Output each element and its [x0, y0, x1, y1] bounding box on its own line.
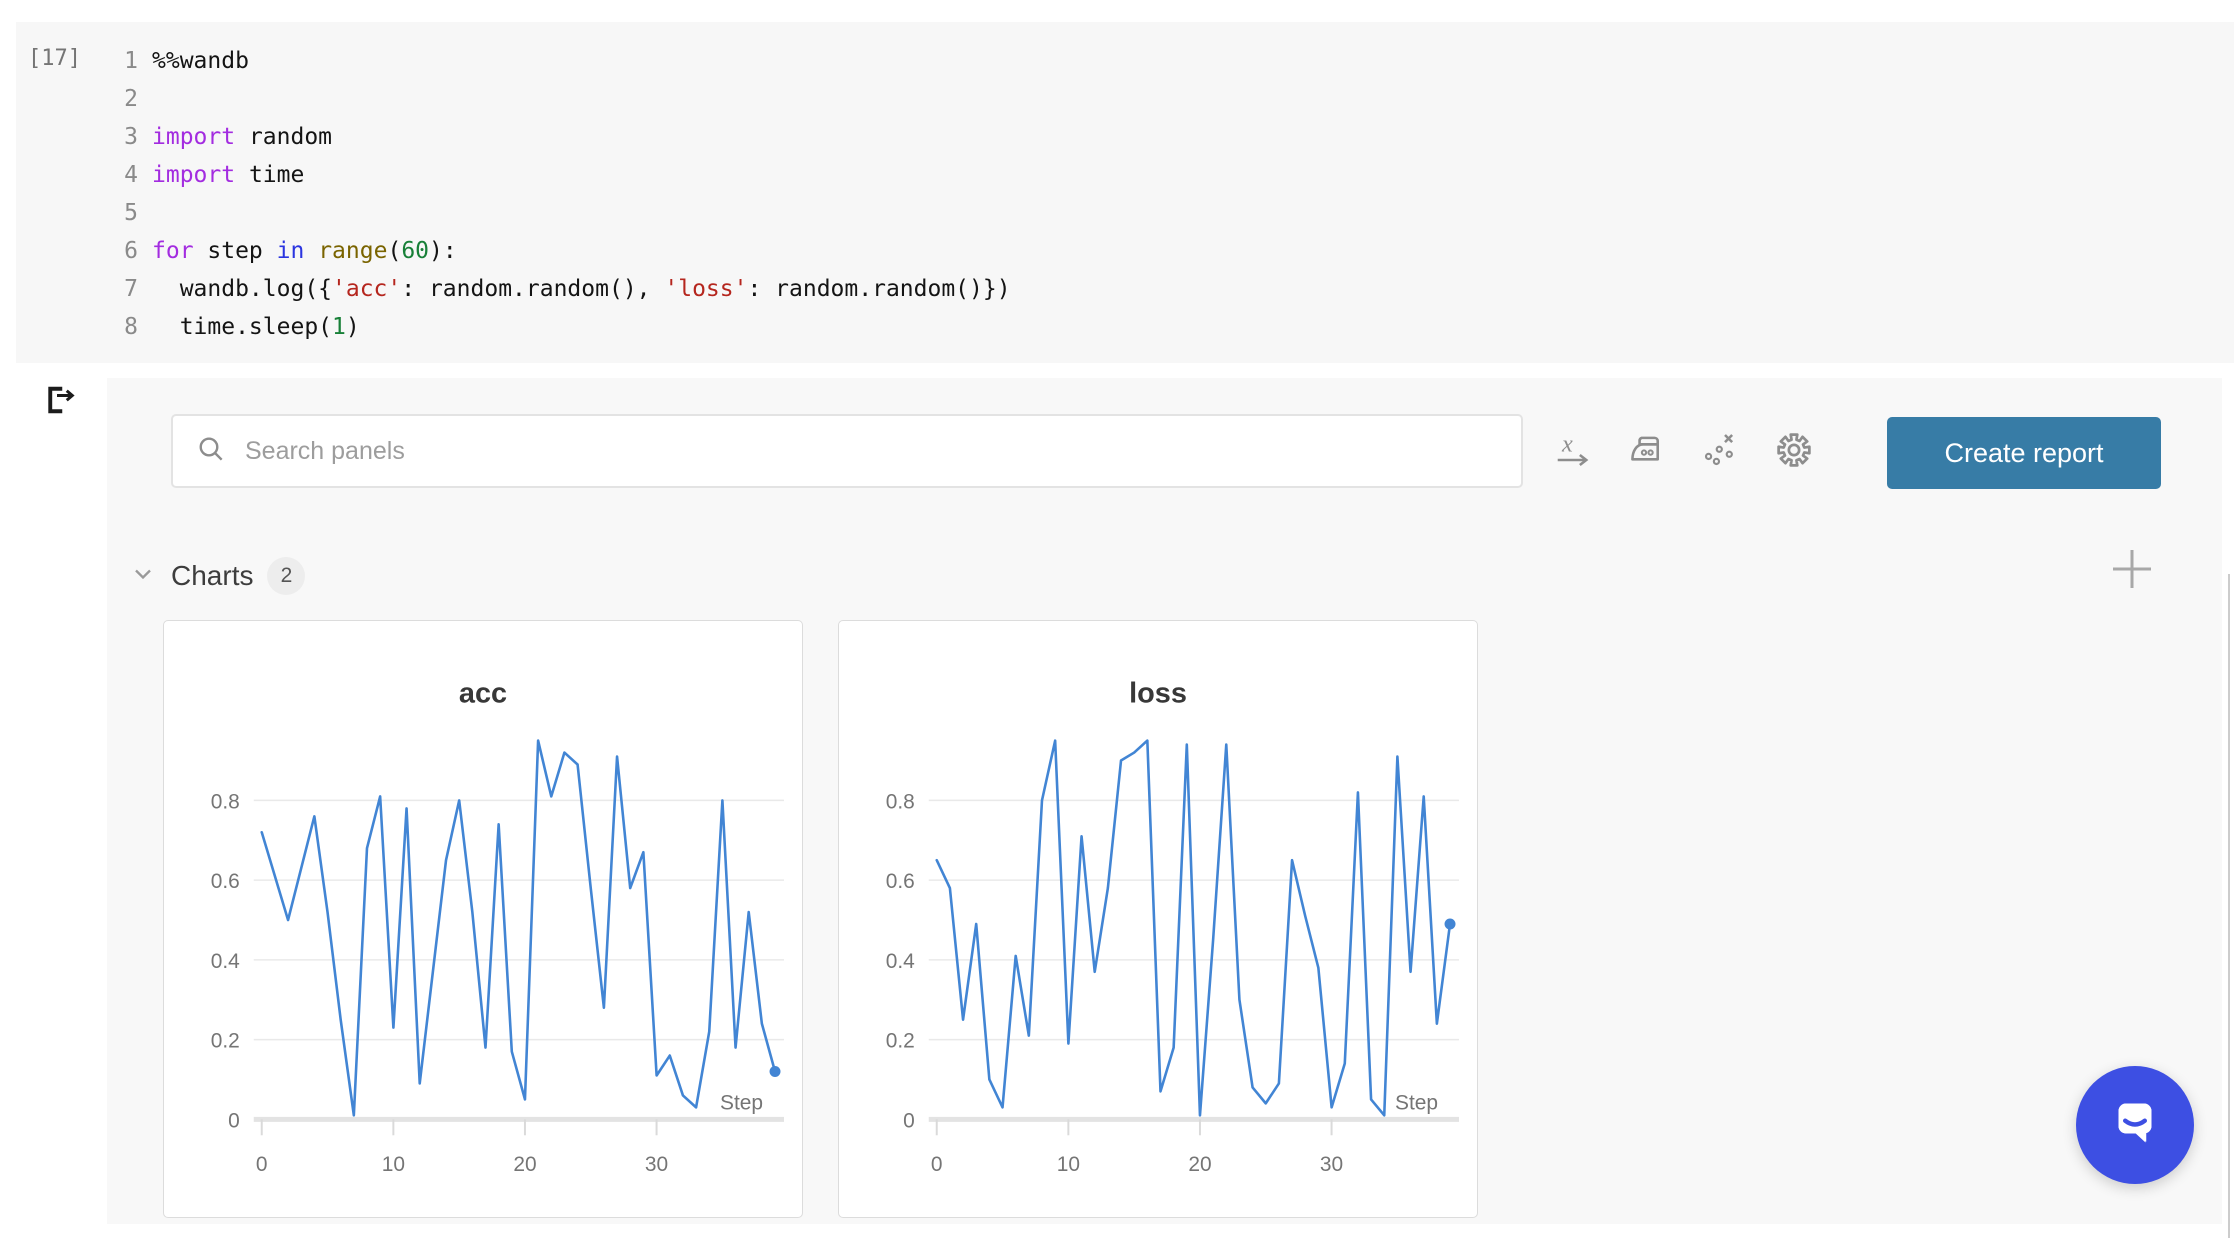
- chat-bubble-button[interactable]: [2076, 1066, 2194, 1184]
- charts-section-label: Charts: [171, 560, 253, 592]
- wandb-panel-area: x Create: [107, 378, 2222, 1224]
- code-line: 5: [92, 194, 1011, 232]
- chart-svg: 0 0.2 0.4 0.6 0.8 0 10 20 30 Step loss: [839, 621, 1477, 1217]
- search-icon: [195, 433, 227, 470]
- smoothing-iron-icon[interactable]: [1626, 430, 1666, 470]
- x-axis-icon[interactable]: x: [1552, 430, 1592, 470]
- svg-text:0.2: 0.2: [886, 1030, 915, 1053]
- svg-text:0: 0: [931, 1153, 943, 1176]
- charts-section-header[interactable]: Charts 2: [129, 554, 305, 598]
- svg-text:0.6: 0.6: [211, 870, 240, 893]
- search-panels-input[interactable]: [243, 436, 1521, 467]
- series-line: [937, 741, 1450, 1116]
- svg-text:0: 0: [256, 1153, 268, 1176]
- svg-text:20: 20: [513, 1153, 536, 1176]
- code-line: 4import time: [92, 156, 1011, 194]
- svg-text:10: 10: [1057, 1153, 1080, 1176]
- panel-toolbar: x: [1552, 430, 1814, 470]
- code-line: 3import random: [92, 118, 1011, 156]
- code-line: 2: [92, 80, 1011, 118]
- search-panels-box[interactable]: [171, 414, 1523, 488]
- svg-text:30: 30: [645, 1153, 668, 1176]
- code-line: 8 time.sleep(1): [92, 308, 1011, 346]
- code-cell: [17] 1%%wandb23import random4import time…: [16, 22, 2234, 363]
- svg-text:0.6: 0.6: [886, 870, 915, 893]
- code-line: 1%%wandb: [92, 42, 1011, 80]
- code-editor[interactable]: 1%%wandb23import random4import time56for…: [92, 42, 1011, 346]
- svg-text:0.8: 0.8: [886, 790, 915, 813]
- execution-count: [17]: [28, 46, 81, 71]
- x-axis-label: Step: [1395, 1091, 1438, 1114]
- chart-card[interactable]: 0 0.2 0.4 0.6 0.8 0 10 20 30 Step acc: [163, 620, 803, 1218]
- x-axis-label: Step: [720, 1091, 763, 1114]
- chart-card[interactable]: 0 0.2 0.4 0.6 0.8 0 10 20 30 Step loss: [838, 620, 1478, 1218]
- series-line: [262, 741, 775, 1116]
- add-panel-icon[interactable]: [2107, 544, 2157, 594]
- svg-text:0.4: 0.4: [886, 950, 915, 973]
- settings-gear-icon[interactable]: [1774, 430, 1814, 470]
- svg-text:0.4: 0.4: [211, 950, 240, 973]
- chat-icon: [2099, 1087, 2171, 1164]
- scrollbar[interactable]: [2228, 574, 2230, 1238]
- chevron-down-icon[interactable]: [129, 560, 157, 593]
- popout-icon[interactable]: [42, 382, 78, 418]
- svg-text:0: 0: [903, 1109, 915, 1132]
- last-point-dot: [1445, 919, 1456, 930]
- charts-count-badge: 2: [267, 557, 305, 595]
- chart-title: loss: [1129, 678, 1187, 710]
- last-point-dot: [770, 1066, 781, 1077]
- svg-text:30: 30: [1320, 1153, 1343, 1176]
- chart-svg: 0 0.2 0.4 0.6 0.8 0 10 20 30 Step acc: [164, 621, 802, 1217]
- svg-text:x: x: [1561, 430, 1573, 457]
- code-line: 7 wandb.log({'acc': random.random(), 'lo…: [92, 270, 1011, 308]
- create-report-button[interactable]: Create report: [1887, 417, 2161, 489]
- svg-text:0.8: 0.8: [211, 790, 240, 813]
- chart-title: acc: [459, 678, 507, 710]
- outliers-icon[interactable]: [1700, 430, 1740, 470]
- svg-text:0: 0: [228, 1109, 240, 1132]
- code-line: 6for step in range(60):: [92, 232, 1011, 270]
- svg-text:10: 10: [382, 1153, 405, 1176]
- svg-text:20: 20: [1188, 1153, 1211, 1176]
- svg-text:0.2: 0.2: [211, 1030, 240, 1053]
